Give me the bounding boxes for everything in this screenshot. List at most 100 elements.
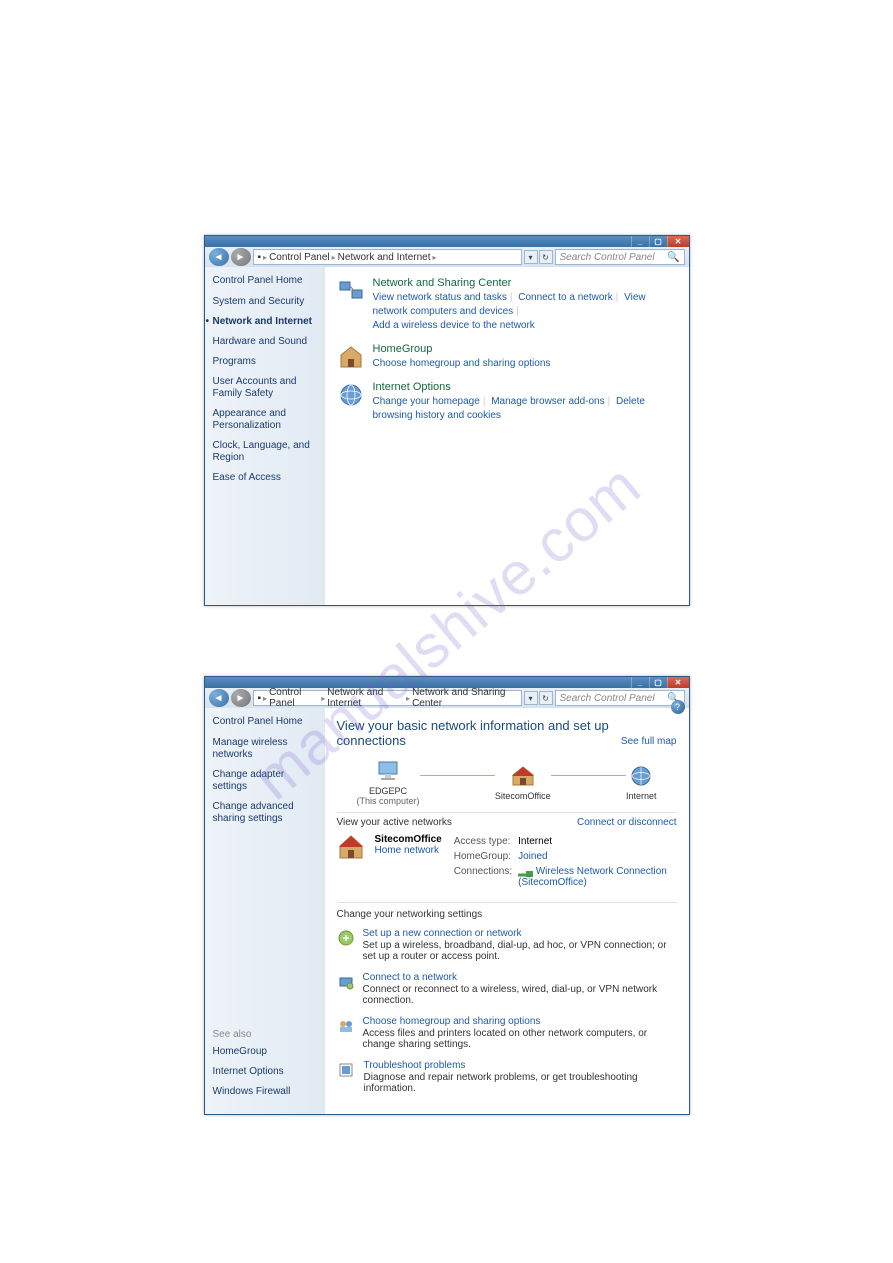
- active-network-name: SitecomOffice: [375, 834, 442, 845]
- dropdown-button[interactable]: ▾: [524, 691, 538, 705]
- task-homegroup-sharing[interactable]: Choose homegroup and sharing options: [363, 1016, 677, 1027]
- task-desc: Set up a wireless, broadband, dial-up, a…: [363, 940, 677, 962]
- active-network-panel: SitecomOffice Home network Access type:I…: [337, 834, 677, 892]
- node-internet: Internet: [626, 763, 657, 801]
- prop-label: Connections:: [454, 866, 516, 890]
- main-content: ? View your basic network information an…: [325, 708, 689, 1114]
- prop-access-type: Internet: [518, 836, 674, 849]
- crumb-sharing-center[interactable]: Network and Sharing Center: [412, 687, 516, 709]
- link-view-status[interactable]: View network status and tasks: [373, 292, 507, 303]
- sidebar: Control Panel Home System and Security N…: [205, 267, 325, 605]
- chevron-right-icon: ▸: [332, 253, 336, 262]
- change-settings-heading: Change your networking settings: [337, 902, 677, 920]
- close-button[interactable]: ✕: [667, 236, 689, 247]
- link-manage-addons[interactable]: Manage browser add-ons: [491, 396, 604, 407]
- link-add-wireless[interactable]: Add a wireless device to the network: [373, 320, 535, 331]
- address-bar: ◄ ► ▪︎ ▸ Control Panel ▸ Network and Int…: [205, 247, 689, 267]
- dropdown-button[interactable]: ▾: [524, 250, 538, 264]
- breadcrumb[interactable]: ▪︎ ▸ Control Panel ▸ Network and Interne…: [253, 249, 522, 265]
- link-choose-homegroup[interactable]: Choose homegroup and sharing options: [373, 358, 551, 369]
- sidebar: Control Panel Home Manage wireless netwo…: [205, 708, 325, 1114]
- sidebar-item-user-accounts[interactable]: User Accounts and Family Safety: [213, 376, 317, 400]
- sidebar-item-clock-language[interactable]: Clock, Language, and Region: [213, 440, 317, 464]
- search-placeholder: Search Control Panel: [560, 693, 655, 704]
- homegroup-icon: [337, 343, 365, 371]
- cat-network-sharing-center[interactable]: Network and Sharing Center: [373, 277, 677, 289]
- connect-disconnect-link[interactable]: Connect or disconnect: [577, 817, 677, 828]
- sidebar-item-programs[interactable]: Programs: [213, 356, 317, 368]
- task-desc: Diagnose and repair network problems, or…: [364, 1072, 677, 1094]
- forward-button[interactable]: ►: [231, 248, 251, 266]
- network-sharing-window: _ ▢ ✕ ◄ ► ▪︎ ▸ Control Panel ▸ Network a…: [204, 676, 690, 1115]
- see-also-internet-options[interactable]: Internet Options: [213, 1066, 291, 1078]
- minimize-button[interactable]: _: [631, 677, 649, 688]
- see-also-heading: See also: [213, 1029, 291, 1040]
- internet-options-icon: [337, 381, 365, 409]
- sidebar-item-manage-wireless[interactable]: Manage wireless networks: [213, 737, 317, 761]
- link-change-homepage[interactable]: Change your homepage: [373, 396, 480, 407]
- task-troubleshoot[interactable]: Troubleshoot problems: [364, 1060, 677, 1071]
- sidebar-item-appearance[interactable]: Appearance and Personalization: [213, 408, 317, 432]
- back-button[interactable]: ◄: [209, 248, 229, 266]
- signal-icon: ▂▄: [518, 866, 533, 877]
- node-name: EDGEPC: [357, 786, 420, 796]
- cat-homegroup[interactable]: HomeGroup: [373, 343, 677, 355]
- active-networks-heading: View your active networks: [337, 817, 452, 828]
- breadcrumb[interactable]: ▪︎ ▸ Control Panel ▸ Network and Interne…: [253, 690, 522, 706]
- see-also-homegroup[interactable]: HomeGroup: [213, 1046, 291, 1058]
- network-type-link[interactable]: Home network: [375, 845, 442, 856]
- search-input[interactable]: Search Control Panel 🔍: [555, 690, 685, 706]
- close-button[interactable]: ✕: [667, 677, 689, 688]
- prop-homegroup-link[interactable]: Joined: [518, 851, 674, 864]
- cp-icon: ▪︎: [258, 252, 262, 263]
- prop-label: HomeGroup:: [454, 851, 516, 864]
- prop-connections-link[interactable]: ▂▄ Wireless Network Connection (SitecomO…: [518, 866, 674, 890]
- sidebar-item-system-security[interactable]: System and Security: [213, 296, 317, 308]
- crumb-control-panel[interactable]: Control Panel: [269, 252, 330, 263]
- sidebar-item-hardware-sound[interactable]: Hardware and Sound: [213, 336, 317, 348]
- cp-icon: ▪︎: [258, 693, 262, 704]
- network-properties: Access type:Internet HomeGroup:Joined Co…: [452, 834, 677, 892]
- network-map: EDGEPC (This computer) SitecomOffice Int…: [357, 758, 657, 806]
- help-icon[interactable]: ?: [671, 700, 685, 714]
- back-button[interactable]: ◄: [209, 689, 229, 707]
- task-setup-connection[interactable]: Set up a new connection or network: [363, 928, 677, 939]
- see-also-windows-firewall[interactable]: Windows Firewall: [213, 1086, 291, 1098]
- setup-connection-icon: [337, 928, 355, 948]
- see-full-map-link[interactable]: See full map: [621, 736, 677, 747]
- link-connect-network[interactable]: Connect to a network: [518, 292, 613, 303]
- sidebar-home[interactable]: Control Panel Home: [213, 716, 317, 727]
- maximize-button[interactable]: ▢: [649, 236, 667, 247]
- search-placeholder: Search Control Panel: [560, 252, 655, 263]
- chevron-right-icon: ▸: [433, 253, 437, 262]
- node-this-computer: EDGEPC (This computer): [357, 758, 420, 806]
- sidebar-item-advanced-sharing[interactable]: Change advanced sharing settings: [213, 801, 317, 825]
- search-input[interactable]: Search Control Panel 🔍: [555, 249, 685, 265]
- network-sharing-icon: [337, 277, 365, 305]
- prop-label: Access type:: [454, 836, 516, 849]
- maximize-button[interactable]: ▢: [649, 677, 667, 688]
- connection-line: [420, 775, 495, 776]
- minimize-button[interactable]: _: [631, 236, 649, 247]
- chevron-right-icon: ▸: [263, 253, 267, 262]
- node-sitecom-office: SitecomOffice: [495, 763, 551, 801]
- cat-internet-options[interactable]: Internet Options: [373, 381, 677, 393]
- crumb-network-internet[interactable]: Network and Internet: [338, 252, 431, 263]
- crumb-network-internet[interactable]: Network and Internet: [327, 687, 404, 709]
- node-sublabel: (This computer): [357, 796, 420, 806]
- sidebar-home[interactable]: Control Panel Home: [213, 275, 317, 286]
- task-connect-network[interactable]: Connect to a network: [363, 972, 677, 983]
- search-icon[interactable]: 🔍: [667, 252, 679, 263]
- refresh-button[interactable]: ↻: [539, 250, 553, 264]
- titlebar: _ ▢ ✕: [205, 677, 689, 688]
- crumb-control-panel[interactable]: Control Panel: [269, 687, 319, 709]
- refresh-button[interactable]: ↻: [539, 691, 553, 705]
- sidebar-item-network-internet[interactable]: Network and Internet: [213, 316, 317, 328]
- node-name: Internet: [626, 791, 657, 801]
- chevron-right-icon: ▸: [406, 694, 410, 703]
- house-icon: [337, 834, 365, 860]
- forward-button[interactable]: ►: [231, 689, 251, 707]
- sidebar-item-adapter-settings[interactable]: Change adapter settings: [213, 769, 317, 793]
- sidebar-item-ease-of-access[interactable]: Ease of Access: [213, 472, 317, 484]
- task-desc: Access files and printers located on oth…: [363, 1028, 677, 1050]
